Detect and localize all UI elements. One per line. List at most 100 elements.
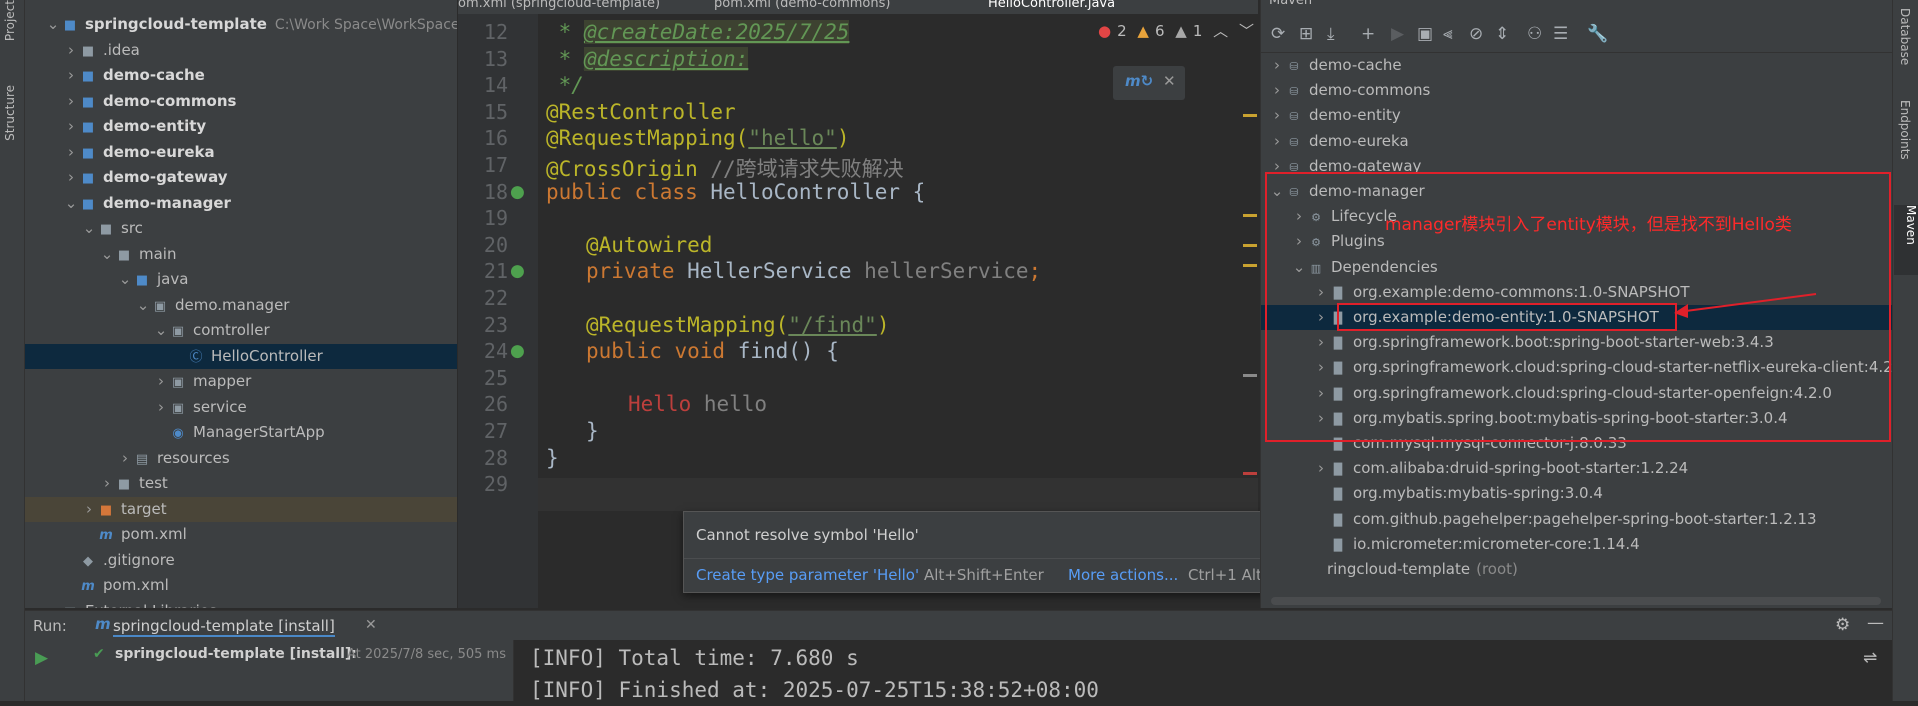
maven-tree-item[interactable]: › ▐▌ com.alibaba:druid-spring-boot-starter…: [1313, 456, 1688, 481]
previous-highlight-icon[interactable]: ︿: [1213, 22, 1228, 40]
project-tree-item[interactable]: ⌄ ■ java: [25, 267, 457, 292]
soft-wrap-icon[interactable]: ⇌: [1863, 648, 1877, 668]
console-output[interactable]: [INFO] Total time: 7.680 s [INFO] Finishe…: [530, 642, 1099, 706]
chevron-right-icon[interactable]: ›: [63, 165, 79, 190]
chevron-down-icon[interactable]: ⌄: [135, 293, 151, 318]
inspection-widget[interactable]: ● 2 ▲ 6 ▲ 1 ︿ ﹀: [1098, 20, 1260, 46]
run-icon[interactable]: ▶: [1391, 24, 1404, 44]
spring-bean-gutter-icon[interactable]: ●: [510, 182, 525, 202]
minimize-icon[interactable]: —: [1867, 613, 1884, 633]
chevron-right-icon[interactable]: ›: [63, 114, 79, 139]
project-tree-item[interactable]: ◆ .gitignore: [25, 548, 457, 573]
chevron-right-icon[interactable]: ›: [1269, 103, 1285, 128]
tab-hello-controller[interactable]: HelloController.java: [988, 0, 1115, 14]
project-tree-item[interactable]: ⌄ ▣ demo.manager: [25, 293, 457, 318]
scroll-marker[interactable]: [1243, 264, 1257, 267]
project-tree-item[interactable]: › ■ demo-entity: [25, 114, 457, 139]
maven-tree-item[interactable]: ▐▌ org.mybatis:mybatis-spring:3.0.4: [1313, 481, 1603, 506]
maven-tool-tab[interactable]: Maven: [1894, 205, 1918, 275]
project-tree-item[interactable]: › ■ demo-eureka: [25, 140, 457, 165]
maven-tree-item[interactable]: › ⛁ demo-commons: [1269, 78, 1430, 103]
run-tree-label[interactable]: springcloud-template [install]:: [115, 646, 357, 662]
project-tree-item[interactable]: › ▣ service: [25, 395, 457, 420]
project-tree-item[interactable]: ⌄ ■ demo-manager: [25, 191, 457, 216]
project-tree-item[interactable]: ⌄ ■ springcloud-template C:\Work Space\Work…: [25, 12, 457, 37]
close-icon[interactable]: ✕: [1163, 72, 1176, 90]
maven-root-item[interactable]: ringcloud-template (root): [1327, 557, 1518, 582]
add-icon[interactable]: +: [1361, 24, 1375, 44]
project-tree-item[interactable]: › ■ demo-commons: [25, 89, 457, 114]
skip-tests-icon[interactable]: ⊘: [1469, 24, 1483, 44]
settings-wrench-icon[interactable]: 🔧: [1587, 24, 1608, 44]
tab-root-pom[interactable]: om.xml (springcloud-template): [458, 0, 660, 14]
project-tree-item[interactable]: ⌄ ■ main: [25, 242, 457, 267]
scroll-marker[interactable]: [1243, 472, 1257, 475]
project-tree-item[interactable]: › ■ test: [25, 471, 457, 496]
project-tree-item[interactable]: ◉ ManagerStartApp: [25, 420, 457, 445]
chevron-right-icon[interactable]: ›: [81, 497, 97, 522]
rerun-icon[interactable]: ▶: [35, 648, 48, 668]
project-tree-item[interactable]: ⌄ ■ src: [25, 216, 457, 241]
project-tree-item[interactable]: › ■ demo-cache: [25, 63, 457, 88]
download-icon[interactable]: ⤓: [1327, 24, 1335, 44]
chevron-down-icon[interactable]: ⌄: [153, 318, 169, 343]
maven-tree-item[interactable]: ▐▌ io.micrometer:micrometer-core:1.14.4: [1313, 532, 1640, 557]
execute-goal-icon[interactable]: ▣: [1417, 24, 1433, 44]
project-tree-item[interactable]: › ■ .idea: [25, 38, 457, 63]
maven-horizontal-scrollbar[interactable]: [1271, 597, 1881, 605]
create-type-parameter-link[interactable]: Create type parameter 'Hello': [696, 566, 919, 584]
chevron-right-icon[interactable]: ›: [153, 369, 169, 394]
chevron-right-icon[interactable]: ›: [1269, 78, 1285, 103]
spring-bean-gutter-icon[interactable]: ●: [510, 261, 525, 281]
scroll-marker[interactable]: [1243, 214, 1257, 217]
chevron-right-icon[interactable]: ›: [1269, 129, 1285, 154]
chevron-down-icon[interactable]: ⌄: [45, 12, 61, 37]
scroll-marker[interactable]: [1243, 374, 1257, 377]
project-tree-item[interactable]: m pom.xml: [25, 573, 457, 598]
show-diagram-icon[interactable]: ☰: [1553, 24, 1568, 44]
chevron-right-icon[interactable]: ›: [99, 471, 115, 496]
close-run-tab-icon[interactable]: ✕: [365, 617, 377, 633]
structure-tool-tab[interactable]: Structure: [3, 85, 17, 141]
chevron-right-icon[interactable]: ›: [63, 140, 79, 165]
next-highlight-icon[interactable]: ﹀: [1239, 22, 1254, 40]
chevron-right-icon[interactable]: ›: [117, 446, 133, 471]
show-dependencies-icon[interactable]: ⚇: [1527, 24, 1542, 44]
maven-tree-item[interactable]: › ⛁ demo-eureka: [1269, 129, 1409, 154]
scroll-marker[interactable]: [1243, 244, 1257, 247]
chevron-right-icon[interactable]: ›: [45, 599, 61, 609]
chevron-right-icon[interactable]: ›: [1269, 53, 1285, 78]
spring-bean-gutter-icon[interactable]: ●: [510, 341, 525, 361]
maven-reload-icon[interactable]: m↻: [1125, 72, 1153, 90]
project-tree-item[interactable]: Ⓒ HelloController: [25, 343, 457, 369]
project-tree-item[interactable]: › ■ target: [25, 496, 457, 522]
settings-gear-icon[interactable]: ⚙: [1835, 615, 1850, 635]
add-folder-icon[interactable]: ⊞: [1299, 24, 1313, 44]
endpoints-tool-tab[interactable]: Endpoints: [1898, 100, 1912, 160]
project-tree-item[interactable]: › ▣ mapper: [25, 369, 457, 394]
scroll-marker[interactable]: [1243, 114, 1257, 117]
more-actions-link[interactable]: More actions...: [1068, 566, 1178, 584]
chevron-right-icon[interactable]: ›: [1313, 456, 1329, 481]
project-tree-item[interactable]: m pom.xml: [25, 522, 457, 547]
toggle-offline-icon[interactable]: ⫷: [1443, 24, 1453, 44]
database-tool-tab[interactable]: Database: [1898, 8, 1912, 65]
chevron-down-icon[interactable]: ⌄: [63, 191, 79, 216]
maven-tree-item[interactable]: ▐▌ com.github.pagehelper:pagehelper-sprin…: [1313, 507, 1817, 532]
chevron-right-icon[interactable]: ›: [153, 395, 169, 420]
project-tree-item[interactable]: ›▥ External Libraries: [25, 599, 457, 609]
project-tree-item[interactable]: › ■ demo-gateway: [25, 165, 457, 190]
maven-tree-item[interactable]: › ⛁ demo-cache: [1269, 53, 1402, 78]
chevron-right-icon[interactable]: ›: [63, 38, 79, 63]
project-tool-tab[interactable]: Project: [3, 0, 17, 41]
collapse-all-icon[interactable]: ⇕: [1495, 24, 1509, 44]
tab-commons-pom[interactable]: pom.xml (demo-commons): [714, 0, 890, 14]
maven-reload-hint[interactable]: m↻ ✕: [1113, 66, 1185, 100]
reload-all-icon[interactable]: ⟳: [1271, 24, 1285, 44]
chevron-down-icon[interactable]: ⌄: [81, 216, 97, 241]
maven-tree-item[interactable]: › ⛁ demo-entity: [1269, 103, 1401, 128]
run-tab-label[interactable]: springcloud-template [install]: [113, 617, 335, 637]
chevron-down-icon[interactable]: ⌄: [99, 242, 115, 267]
project-tree-item[interactable]: ⌄ ▣ comtroller: [25, 318, 457, 343]
chevron-down-icon[interactable]: ⌄: [117, 267, 133, 292]
